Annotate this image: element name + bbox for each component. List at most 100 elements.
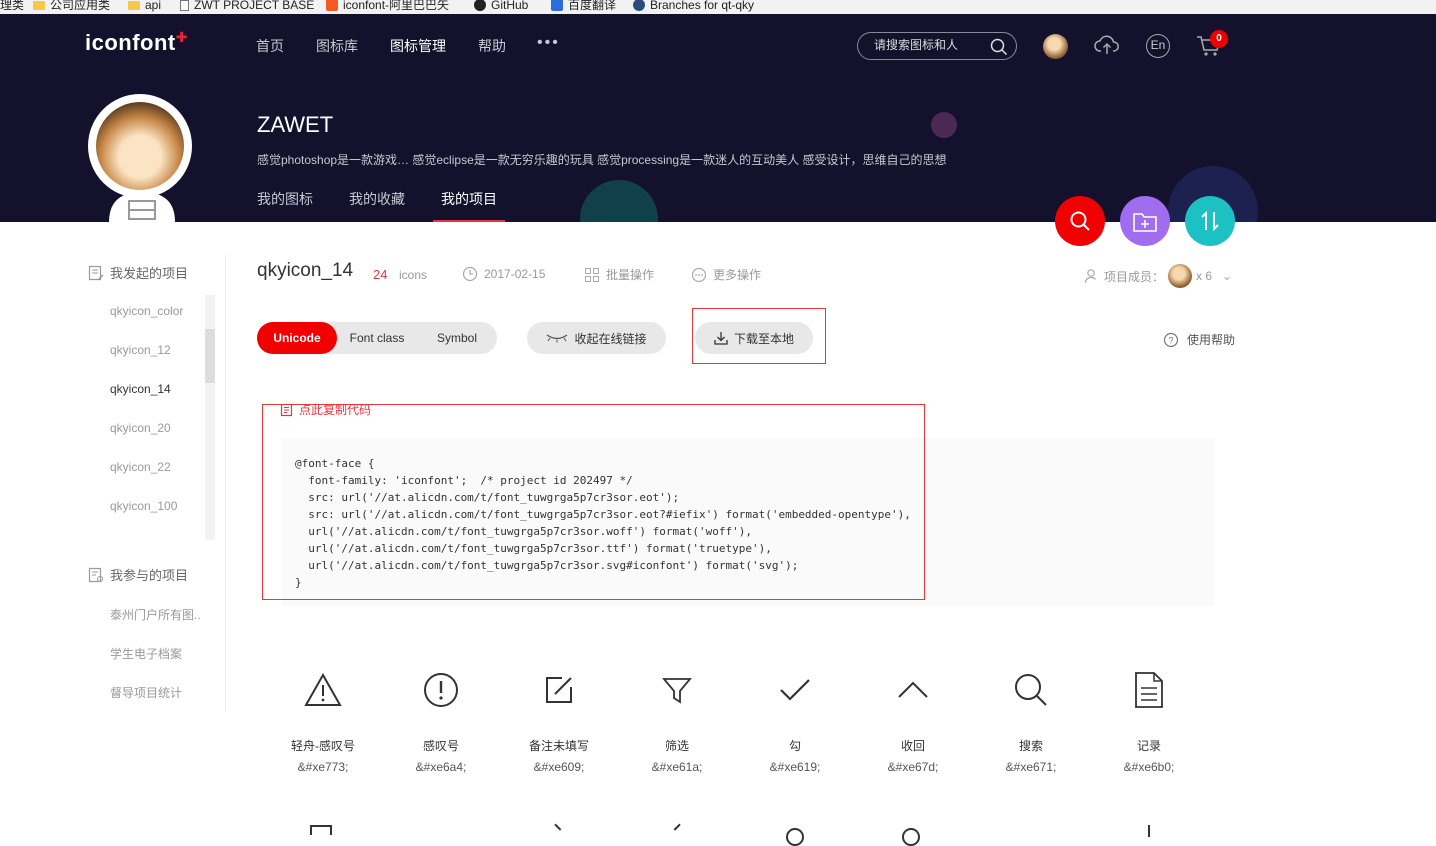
icon-card[interactable]: 备注未填写 &#xe609;	[500, 668, 618, 774]
bookmark-label: 百度翻译	[568, 0, 617, 12]
header-banner: iconfont✚ 首页 图标库 图标管理 帮助 ••• En 0 ZAWET …	[0, 14, 1436, 222]
folder-icon	[33, 0, 45, 10]
next-row-icon	[310, 825, 332, 835]
batch-operation-button[interactable]: 批量操作	[584, 266, 654, 283]
icon-name: 轻舟-感叹号	[291, 739, 355, 753]
icon-name: 筛选	[664, 739, 689, 753]
font-face-code[interactable]: @font-face { font-family: 'iconfont'; /*…	[295, 455, 911, 591]
code-line: }	[295, 576, 302, 589]
site-logo[interactable]: iconfont✚	[85, 29, 188, 56]
sidebar-item-project[interactable]: qkyicon_20	[110, 421, 171, 435]
members-count: x 6	[1196, 269, 1213, 283]
bookmark-item[interactable]: api	[128, 0, 161, 14]
baidu-icon	[551, 0, 563, 11]
bookmark-label: ZWT PROJECT BASE	[194, 0, 315, 12]
download-icon	[714, 332, 728, 345]
logo-plus-icon: ✚	[175, 29, 188, 45]
sidebar-scrollbar[interactable]	[205, 295, 215, 540]
code-line: @font-face {	[295, 457, 375, 470]
tab-my-favorites[interactable]: 我的收藏	[349, 189, 405, 209]
mode-font-class-button[interactable]: Font class	[337, 322, 417, 354]
mode-unicode-button[interactable]: Unicode	[257, 322, 337, 354]
chevron-down-icon[interactable]: ⌄	[1222, 269, 1232, 283]
next-row-icon	[673, 823, 687, 837]
nav-home[interactable]: 首页	[256, 36, 284, 56]
project-list-icon	[88, 265, 104, 280]
sidebar-item-project[interactable]: qkyicon_100	[110, 499, 177, 513]
sidebar-item-project[interactable]: qkyicon_12	[110, 343, 171, 357]
icon-name: 收回	[900, 739, 925, 753]
exclamation-circle-icon	[424, 673, 458, 707]
fab-sort-button[interactable]	[1185, 196, 1235, 246]
icon-code: &#xe6b0;	[1123, 760, 1175, 774]
tab-my-projects[interactable]: 我的项目	[441, 189, 497, 209]
bookmark-label: Branches for qt-qky	[650, 0, 755, 12]
sort-arrows-icon	[1201, 210, 1219, 232]
icon-code: &#xe671;	[1005, 760, 1057, 774]
icon-card[interactable]: 轻舟-感叹号 &#xe773;	[264, 668, 382, 774]
bookmark-item[interactable]: 理类	[0, 0, 24, 14]
icon-card[interactable]: 搜索 &#xe671;	[972, 668, 1090, 774]
bookmark-label: 公司应用类	[50, 0, 111, 12]
code-line: font-family: 'iconfont'; /* project id 2…	[295, 474, 633, 487]
icon-count-unit: icons	[399, 268, 428, 282]
bookmark-label: 理类	[0, 0, 25, 12]
nav-icon-management[interactable]: 图标管理	[390, 36, 446, 56]
cart-count-badge: 0	[1210, 30, 1228, 48]
icon-card[interactable]: 勾 &#xe619;	[736, 668, 854, 774]
more-operation-button[interactable]: 更多操作	[691, 266, 761, 283]
nav-icon-library[interactable]: 图标库	[316, 36, 358, 56]
fab-add-folder-button[interactable]	[1120, 196, 1170, 246]
code-mode-switch: Unicode Font class Symbol	[257, 322, 497, 354]
bookmark-item[interactable]: 百度翻译	[551, 0, 616, 14]
bookmark-item[interactable]: Branches for qt-qky	[633, 0, 754, 14]
sidebar-item-project[interactable]: qkyicon_22	[110, 460, 171, 474]
members-label: 项目成员：	[1104, 269, 1165, 284]
edit-note-icon	[546, 677, 572, 703]
user-avatar[interactable]	[1043, 34, 1068, 59]
collapse-online-link-button[interactable]: 收起在线链接	[527, 322, 666, 354]
icon-name: 记录	[1136, 739, 1161, 753]
icon-card[interactable]: 筛选 &#xe61a;	[618, 668, 736, 774]
nav-more-button[interactable]: •••	[537, 34, 560, 52]
eye-closed-icon	[547, 334, 568, 343]
search-box[interactable]	[857, 32, 1017, 60]
sidebar-item-project-active[interactable]: qkyicon_14	[110, 382, 171, 396]
next-row-icon	[1148, 825, 1150, 837]
warning-triangle-icon	[304, 672, 342, 706]
code-line: url('//at.alicdn.com/t/font_tuwgrga5p7cr…	[295, 559, 799, 572]
upload-cloud-icon[interactable]	[1094, 32, 1120, 63]
next-row-icon	[902, 828, 920, 846]
icon-card[interactable]: 收回 &#xe67d;	[854, 668, 972, 774]
code-line: url('//at.alicdn.com/t/font_tuwgrga5p7cr…	[295, 525, 752, 538]
scrollbar-thumb[interactable]	[205, 329, 215, 383]
joined-projects-heading: 我参与的项目	[88, 565, 188, 584]
bookmark-item[interactable]: 公司应用类	[33, 0, 110, 14]
download-local-button[interactable]: 下载至本地	[695, 322, 813, 354]
folder-icon	[128, 0, 140, 10]
grid-icon	[585, 267, 599, 282]
active-tab-indicator	[433, 220, 505, 222]
search-icon[interactable]	[990, 38, 1008, 61]
tab-my-icons[interactable]: 我的图标	[257, 189, 313, 209]
profile-username: ZAWET	[257, 112, 334, 137]
bookmark-item[interactable]: ZWT PROJECT BASE	[180, 0, 314, 14]
sidebar-item-joined[interactable]: 学生电子档案	[110, 645, 182, 662]
project-members[interactable]: 项目成员： x 6 ⌄	[1084, 264, 1232, 288]
search-input[interactable]	[874, 38, 984, 52]
usage-help-link[interactable]: ? 使用帮助	[1163, 331, 1235, 348]
icon-card[interactable]: 感叹号 &#xe6a4;	[382, 668, 500, 774]
mode-symbol-button[interactable]: Symbol	[417, 322, 497, 354]
bookmark-item[interactable]: iconfont-阿里巴巴矢	[326, 0, 449, 14]
icon-code: &#xe67d;	[887, 760, 939, 774]
icon-card[interactable]: 记录 &#xe6b0;	[1090, 668, 1208, 774]
profile-avatar	[88, 94, 192, 198]
sidebar-item-project[interactable]: qkyicon_color	[110, 304, 183, 318]
language-toggle-icon[interactable]: En	[1146, 34, 1170, 58]
sidebar-item-joined[interactable]: 泰州门户所有图..	[110, 606, 201, 623]
icon-code: &#xe61a;	[651, 760, 703, 774]
nav-help[interactable]: 帮助	[478, 36, 506, 56]
sidebar-item-joined[interactable]: 督导项目统计	[110, 684, 182, 701]
fab-search-button[interactable]	[1055, 196, 1105, 246]
bookmark-item[interactable]: GitHub	[474, 0, 528, 14]
